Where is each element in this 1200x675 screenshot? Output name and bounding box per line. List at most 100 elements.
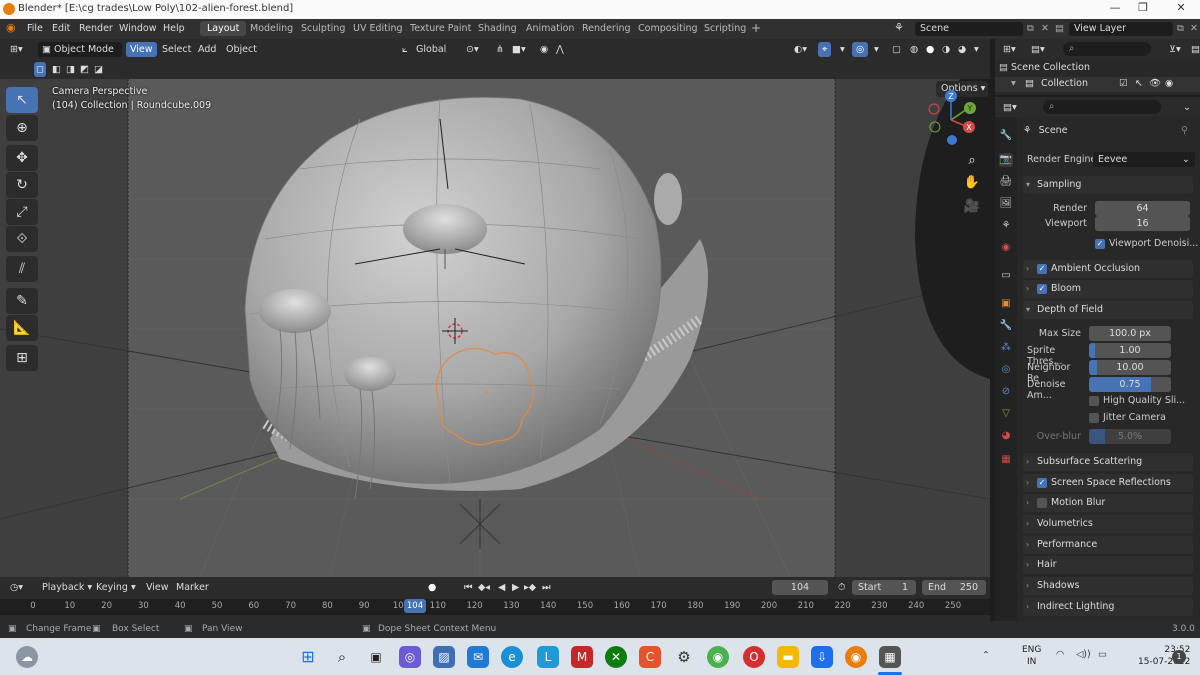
viewport-samples-field[interactable]: 16 — [1095, 216, 1190, 231]
overlay-dropdown-icon[interactable]: ▾ — [870, 42, 883, 57]
texture-tab-icon[interactable]: ▦ — [999, 453, 1013, 467]
blender-taskbar-icon[interactable]: ◉ — [845, 646, 867, 668]
new-scene-icon[interactable]: ⧉ — [1027, 23, 1034, 34]
panel-bloom[interactable]: › ✓ Bloom — [1023, 280, 1193, 298]
start-button-icon[interactable]: ⊞ — [297, 646, 319, 668]
record-icon[interactable]: ● — [424, 580, 440, 595]
panel-depth-of-field[interactable]: ▾ Depth of Field — [1023, 301, 1193, 319]
file-explorer-icon[interactable]: ▬ — [777, 646, 799, 668]
gizmo-toggle-icon[interactable]: ⌖ — [818, 42, 832, 57]
cursor-tool-icon[interactable]: ⊕ — [6, 115, 38, 141]
solid-shading-icon[interactable]: ● — [922, 42, 938, 57]
proportional-edit-icon[interactable]: ◉ — [536, 42, 552, 57]
panel-hair[interactable]: › Hair — [1023, 556, 1193, 574]
wifi-icon[interactable]: ◠ — [1056, 649, 1064, 660]
data-tab-icon[interactable]: ▽ — [999, 407, 1013, 421]
modifier-tab-icon[interactable]: 🔧 — [999, 319, 1013, 333]
side-object[interactable] — [654, 173, 682, 225]
outliner-editor-type-icon[interactable]: ⊞▾ — [999, 42, 1020, 57]
scene-tab-icon[interactable]: ⚘ — [999, 219, 1013, 233]
viewport-denoising-toggle[interactable]: ✓ Viewport Denoisi... — [1095, 238, 1198, 249]
blender-menu-icon[interactable]: ◉ — [6, 21, 16, 34]
tab-layout[interactable]: Layout — [200, 21, 247, 36]
neg-y-axis-handle[interactable] — [929, 121, 941, 133]
render-tab-icon[interactable]: 📷 — [999, 153, 1013, 167]
neg-x-axis-handle[interactable] — [928, 103, 940, 115]
physics-tab-icon[interactable]: ◎ — [999, 363, 1013, 377]
outliner-row-collection[interactable]: ▾ ▤ Collection ☑ ↖ 👁 ◉ — [995, 77, 1200, 92]
outliner-search-input[interactable]: ⌕ — [1063, 42, 1151, 56]
zoom-icon[interactable]: ⌕ — [960, 149, 984, 173]
navigation-gizmo[interactable]: Z Y X — [918, 87, 984, 153]
camera-restrict-icon[interactable]: ◉ — [1165, 78, 1173, 89]
panel-subsurface-scattering[interactable]: › Subsurface Scattering — [1023, 453, 1193, 471]
menu-view[interactable]: View — [126, 42, 157, 57]
rendered-shading-icon[interactable]: ◕ — [954, 42, 970, 57]
transform-orientation-select[interactable]: Global — [412, 42, 450, 57]
mode-selector[interactable]: ▣ Object Mode — [38, 42, 122, 57]
select-new-icon[interactable]: ◻ — [34, 62, 46, 77]
jump-end-icon[interactable]: ⏭ — [538, 580, 555, 595]
select-invert-icon[interactable]: ◩ — [78, 62, 91, 77]
notification-badge[interactable]: 1 — [1172, 650, 1186, 664]
menu-object[interactable]: Object — [222, 42, 261, 57]
3d-viewport[interactable]: ↖ ⊕ ✥ ↻ ⤢ ⟐ ⫽ ✎ 📐 ⊞ Camera Perspective (… — [0, 79, 990, 577]
display-mode-icon[interactable]: ▤▾ — [1027, 42, 1049, 57]
properties-editor-type-icon[interactable]: ▤▾ — [999, 100, 1021, 115]
select-box-tool-icon[interactable]: ↖ — [6, 87, 38, 113]
chat-icon[interactable]: ◎ — [399, 646, 421, 668]
editor-type-icon[interactable]: ⊞▾ — [6, 42, 27, 57]
expand-arrow-icon[interactable]: ▾ — [1011, 78, 1016, 89]
chrome-icon[interactable]: ◉ — [707, 646, 729, 668]
menu-view-timeline[interactable]: View — [142, 580, 173, 595]
panel-shadows[interactable]: › Shadows — [1023, 577, 1193, 595]
viewport-scene[interactable] — [0, 79, 990, 577]
wireframe-shading-icon[interactable]: ◍ — [906, 42, 922, 57]
close-button[interactable]: ✕ — [1166, 1, 1196, 14]
annotate-line-tool-icon[interactable]: ✎ — [6, 288, 38, 314]
language-indicator[interactable]: ENG IN — [1022, 644, 1041, 668]
material-shading-icon[interactable]: ◑ — [938, 42, 954, 57]
panel-sampling[interactable]: ▾ Sampling — [1023, 176, 1193, 194]
opera-icon[interactable]: O — [743, 646, 765, 668]
weather-icon[interactable]: ☁ — [16, 646, 38, 668]
mail-icon[interactable]: ✉ — [467, 646, 489, 668]
overlay-toggle-icon[interactable]: ◎ — [852, 42, 869, 57]
playhead-indicator[interactable]: 104 — [404, 599, 426, 613]
scene-selector-icon[interactable]: ⚘ — [894, 21, 904, 34]
xbox-icon[interactable]: ✕ — [605, 646, 627, 668]
tab-shading[interactable]: Shading — [478, 23, 517, 34]
neg-z-axis-handle[interactable] — [947, 135, 957, 145]
panel-motion-blur[interactable]: › Motion Blur — [1023, 494, 1193, 512]
pan-hand-icon[interactable]: ✋ — [960, 171, 984, 195]
battery-icon[interactable]: ▭ — [1098, 649, 1107, 660]
collection-tab-icon[interactable]: ▭ — [999, 269, 1013, 283]
maximize-button[interactable]: ❐ — [1128, 1, 1158, 14]
rotate-tool-icon[interactable]: ↻ — [6, 172, 38, 198]
c-app-icon[interactable]: C — [639, 646, 661, 668]
sprite-threshold-field[interactable]: 1.00 — [1089, 343, 1171, 358]
tab-modeling[interactable]: Modeling — [250, 23, 293, 34]
tab-compositing[interactable]: Compositing — [638, 23, 698, 34]
world-tab-icon[interactable]: ◉ — [999, 241, 1013, 255]
render-samples-field[interactable]: 64 — [1095, 201, 1190, 216]
material-tab-icon[interactable]: ◕ — [999, 429, 1013, 443]
select-subtract-icon[interactable]: ◨ — [64, 62, 77, 77]
camera-view-icon[interactable]: 🎥 — [960, 195, 984, 219]
pin-icon[interactable]: ⚲ — [1181, 125, 1188, 136]
pivot-point-icon[interactable]: ⊙▾ — [462, 42, 483, 57]
search-icon[interactable]: ⌕ — [331, 646, 353, 668]
add-cube-tool-icon[interactable]: ⊞ — [6, 345, 38, 371]
menu-render[interactable]: Render — [79, 23, 113, 34]
menu-window[interactable]: Window — [119, 23, 156, 34]
properties-options-icon[interactable]: ⌄ — [1179, 100, 1195, 115]
tab-texture-paint[interactable]: Texture Paint — [410, 23, 471, 34]
view-layer-tab-icon[interactable]: 🖼 — [999, 197, 1013, 211]
edge-icon[interactable]: e — [501, 646, 523, 668]
xray-toggle-icon[interactable]: ▢ — [888, 42, 905, 57]
menu-select[interactable]: Select — [158, 42, 195, 57]
select-extend-icon[interactable]: ◧ — [50, 62, 63, 77]
remove-scene-icon[interactable]: ✕ — [1041, 23, 1049, 34]
snap-icon[interactable]: ⋔ — [492, 42, 508, 57]
visibility-icon[interactable]: ◐▾ — [790, 42, 811, 57]
